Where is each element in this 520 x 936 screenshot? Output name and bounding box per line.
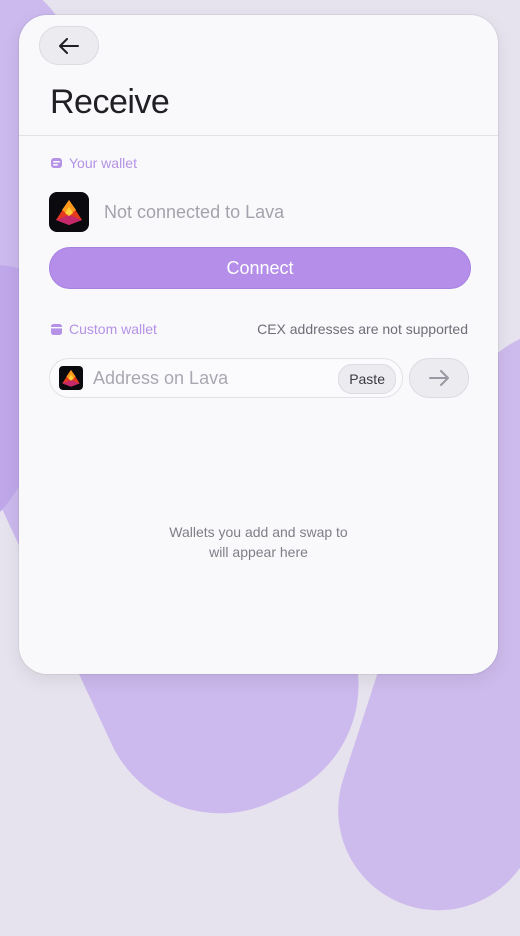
wallet-row: Not connected to Lava	[49, 192, 284, 232]
your-wallet-text: Your wallet	[69, 155, 137, 171]
lava-logo	[49, 192, 89, 232]
wallet-status: Not connected to Lava	[104, 201, 285, 222]
address-input[interactable]	[91, 366, 335, 390]
folder-icon	[51, 323, 62, 335]
custom-wallet-text: Custom wallet	[69, 321, 157, 337]
arrow-left-icon	[59, 37, 79, 54]
submit-address-button[interactable]	[409, 358, 469, 398]
page-title: Receive	[50, 83, 170, 121]
lava-logo-icon	[56, 200, 82, 225]
empty-state-line2: will appear here	[209, 544, 308, 560]
lava-logo	[59, 366, 83, 390]
back-button[interactable]	[39, 26, 99, 65]
empty-state-message: Wallets you add and swap to will appear …	[19, 522, 498, 562]
custom-wallet-label: Custom wallet	[50, 321, 157, 337]
wallet-icon	[51, 158, 62, 168]
address-field[interactable]: Paste	[49, 358, 403, 398]
arrow-right-icon	[429, 370, 449, 386]
lava-logo-icon	[62, 370, 80, 387]
your-wallet-label: Your wallet	[50, 155, 137, 171]
connect-button[interactable]: Connect	[49, 247, 471, 289]
receive-panel: Receive Your wallet Not connected to Lav…	[19, 15, 498, 674]
cex-note: CEX addresses are not supported	[257, 321, 468, 337]
paste-button[interactable]: Paste	[338, 364, 396, 394]
divider	[19, 135, 498, 136]
empty-state-line1: Wallets you add and swap to	[169, 524, 348, 540]
